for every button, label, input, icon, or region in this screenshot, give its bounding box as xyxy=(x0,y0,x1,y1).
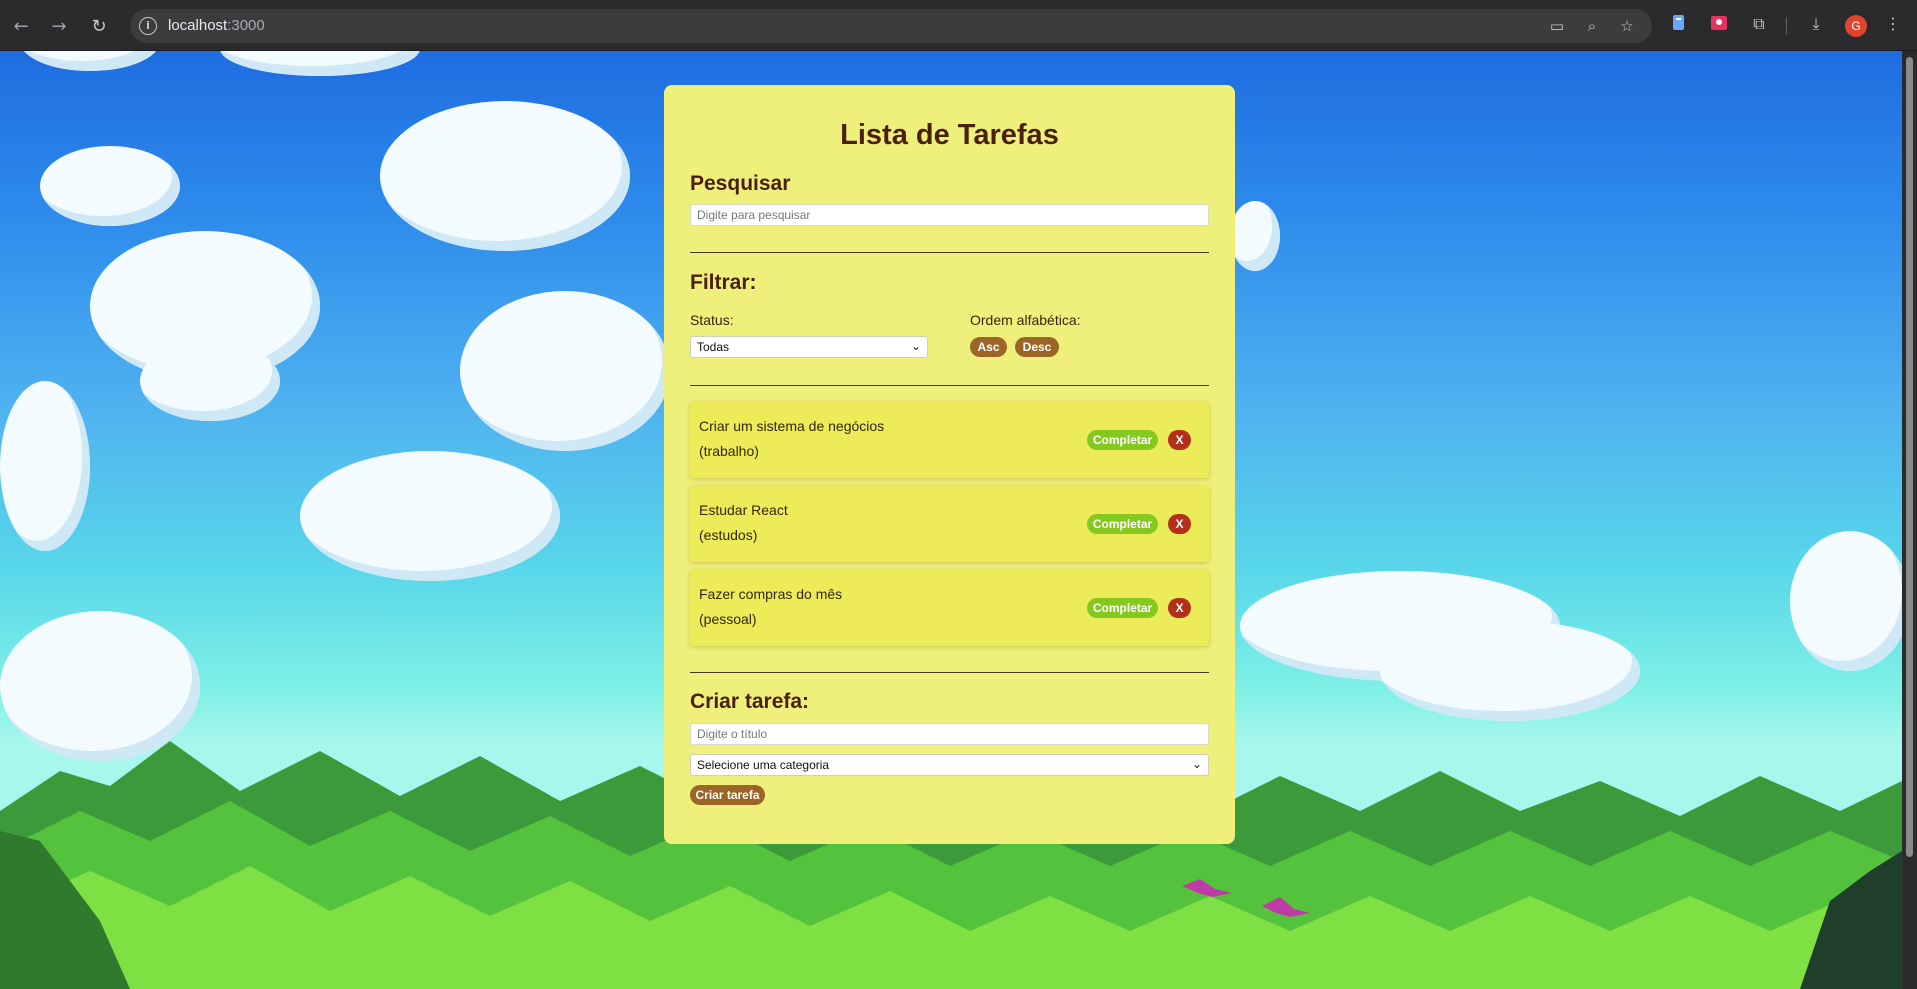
extension-doc-icon[interactable] xyxy=(1668,14,1690,36)
task-title: Estudar React xyxy=(699,502,788,518)
sort-desc-button[interactable]: Desc xyxy=(1015,337,1059,357)
search-heading: Pesquisar xyxy=(690,172,791,195)
forward-icon[interactable]: → xyxy=(46,13,72,39)
filter-heading: Filtrar: xyxy=(690,271,757,294)
reload-icon[interactable]: ↻ xyxy=(86,13,112,39)
page-title: Lista de Tarefas xyxy=(840,119,1059,151)
complete-task-button[interactable]: Completar xyxy=(1087,598,1158,618)
todo-card: Lista de Tarefas Pesquisar Filtrar: Stat… xyxy=(664,85,1235,844)
bookmark-star-icon[interactable]: ☆ xyxy=(1617,17,1637,35)
chevron-down-icon: ⌄ xyxy=(910,339,921,353)
task-category: (trabalho) xyxy=(699,443,759,459)
task-title-input[interactable] xyxy=(690,723,1209,745)
back-icon[interactable]: ← xyxy=(8,13,34,39)
url-text: localhost:3000 xyxy=(168,17,265,34)
extensions-puzzle-icon[interactable]: ⧉ xyxy=(1748,14,1770,36)
task-card: Fazer compras do mês (pessoal) Completar… xyxy=(690,570,1209,646)
sort-asc-button[interactable]: Asc xyxy=(970,337,1007,357)
category-select-value: Selecione uma categoria xyxy=(697,758,830,772)
toolbar-divider xyxy=(1786,17,1787,35)
status-label: Status: xyxy=(690,312,734,328)
create-heading: Criar tarefa: xyxy=(690,690,810,713)
order-label: Ordem alfabética: xyxy=(970,312,1081,328)
chevron-down-icon: ⌄ xyxy=(1191,757,1202,771)
create-task-button[interactable]: Criar tarefa xyxy=(690,785,765,805)
task-title: Fazer compras do mês xyxy=(699,586,843,602)
divider xyxy=(690,385,1209,386)
status-select[interactable]: Todas ⌄ xyxy=(690,336,928,358)
status-select-value: Todas xyxy=(697,340,730,354)
task-category: (estudos) xyxy=(699,527,758,543)
site-info-icon[interactable]: i xyxy=(139,17,157,35)
task-category: (pessoal) xyxy=(699,611,757,627)
extension-profile-icon[interactable] xyxy=(1708,14,1730,36)
task-title: Criar um sistema de negócios xyxy=(699,418,885,434)
download-icon[interactable]: ⤓ xyxy=(1805,14,1827,36)
browser-toolbar: ← → ↻ i localhost:3000 ▭ ⌕ ☆ ⧉ ⤓ G ⋮ xyxy=(0,0,1917,51)
menu-kebab-icon[interactable]: ⋮ xyxy=(1882,14,1904,36)
remove-task-button[interactable]: X xyxy=(1168,430,1191,450)
scrollbar-thumb[interactable] xyxy=(1906,57,1913,857)
task-card: Criar um sistema de negócios (trabalho) … xyxy=(690,402,1209,478)
remove-task-button[interactable]: X xyxy=(1168,598,1191,618)
install-app-icon[interactable]: ▭ xyxy=(1547,17,1567,35)
remove-task-button[interactable]: X xyxy=(1168,514,1191,534)
complete-task-button[interactable]: Completar xyxy=(1087,514,1158,534)
divider xyxy=(690,672,1209,673)
profile-avatar[interactable]: G xyxy=(1845,15,1867,37)
divider xyxy=(690,252,1209,253)
search-input[interactable] xyxy=(690,204,1209,226)
page-scrollbar[interactable] xyxy=(1902,51,1917,989)
zoom-icon[interactable]: ⌕ xyxy=(1582,17,1602,35)
address-bar[interactable]: i localhost:3000 ▭ ⌕ ☆ xyxy=(130,9,1652,43)
category-select[interactable]: Selecione uma categoria ⌄ xyxy=(690,754,1209,776)
task-card: Estudar React (estudos) Completar X xyxy=(690,486,1209,562)
complete-task-button[interactable]: Completar xyxy=(1087,430,1158,450)
